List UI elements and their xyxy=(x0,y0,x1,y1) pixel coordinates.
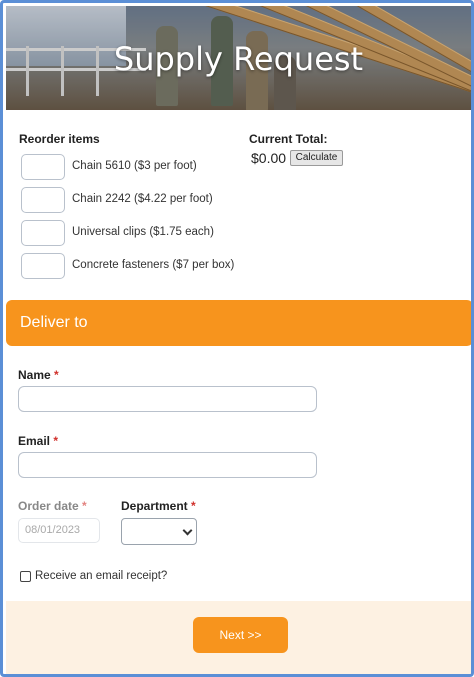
name-input[interactable] xyxy=(18,386,317,412)
next-button[interactable]: Next >> xyxy=(193,617,288,653)
email-label-text: Email xyxy=(18,434,51,448)
department-select[interactable] xyxy=(121,518,197,545)
required-marker: * xyxy=(191,499,196,513)
chain-2242-quantity-input[interactable] xyxy=(21,187,65,213)
name-label-text: Name xyxy=(18,368,51,382)
deliver-to-section-header: Deliver to xyxy=(6,300,471,346)
universal-clips-label: Universal clips ($1.75 each) xyxy=(72,226,214,238)
deliver-to-title: Deliver to xyxy=(20,314,88,331)
current-total-label: Current Total: xyxy=(249,132,328,146)
chain-5610-quantity-input[interactable] xyxy=(21,154,65,180)
chain-5610-label: Chain 5610 ($3 per foot) xyxy=(72,160,197,172)
universal-clips-quantity-input[interactable] xyxy=(21,220,65,246)
concrete-fasteners-label: Concrete fasteners ($7 per box) xyxy=(72,259,235,271)
email-receipt-label: Receive an email receipt? xyxy=(35,570,168,582)
department-label-text: Department xyxy=(121,499,188,513)
email-input[interactable] xyxy=(18,452,317,478)
concrete-fasteners-quantity-input[interactable] xyxy=(21,253,65,279)
email-field-label: Email * xyxy=(18,434,58,448)
calculate-button[interactable]: Calculate xyxy=(290,150,343,166)
email-receipt-checkbox[interactable] xyxy=(20,571,31,582)
header-banner: Supply Request xyxy=(6,6,471,110)
required-marker: * xyxy=(54,368,59,382)
reorder-items-label: Reorder items xyxy=(19,132,100,146)
order-date-input[interactable]: 08/01/2023 xyxy=(18,518,100,543)
required-marker: * xyxy=(53,434,59,448)
page-title: Supply Request xyxy=(113,40,364,78)
current-total-value: $0.00 xyxy=(251,150,287,166)
chain-2242-label: Chain 2242 ($4.22 per foot) xyxy=(72,193,213,205)
order-date-label-text: Order date xyxy=(18,499,79,513)
name-field-label: Name * xyxy=(18,368,59,382)
chevron-down-icon xyxy=(182,525,193,536)
order-date-field-label: Order date * xyxy=(18,499,87,513)
department-field-label: Department * xyxy=(121,499,196,513)
form-frame: Supply Request Reorder items Chain 5610 … xyxy=(0,0,474,677)
required-marker: * xyxy=(82,499,87,513)
